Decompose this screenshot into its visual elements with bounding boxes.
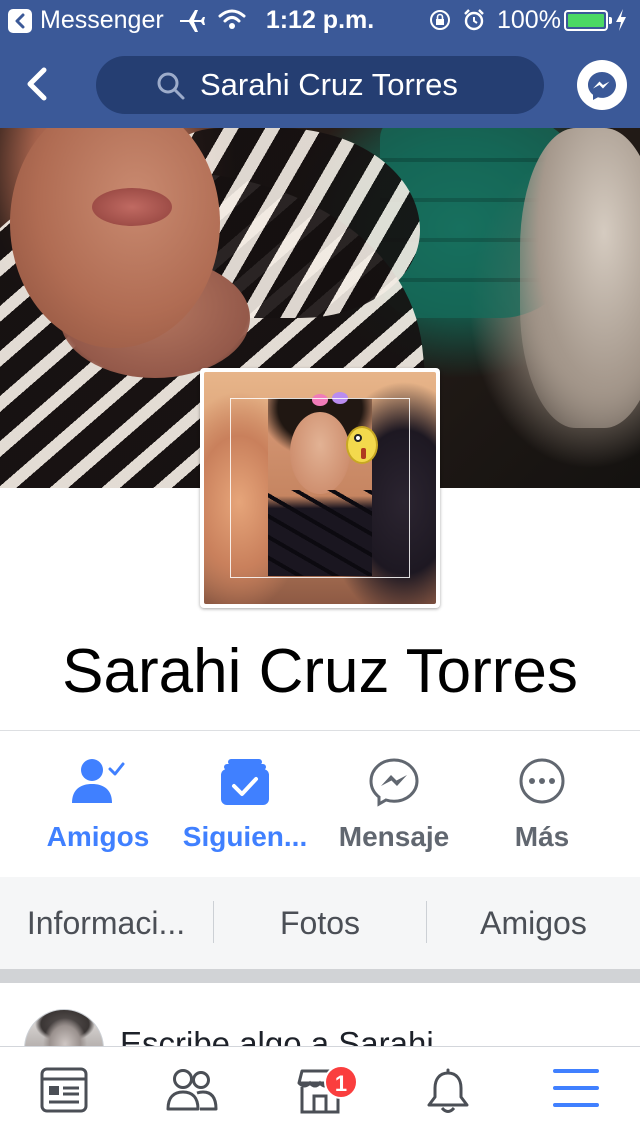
tab-information[interactable]: Informaci... xyxy=(0,877,212,969)
profile-name: Sarahi Cruz Torres xyxy=(62,637,578,706)
navigation-bar: Sarahi Cruz Torres xyxy=(0,40,640,128)
more-icon xyxy=(519,758,565,804)
menu-icon xyxy=(553,1069,599,1107)
tab-friend-requests[interactable] xyxy=(128,1047,256,1136)
profile-actions: Amigos Siguien... Mensaje Más xyxy=(0,731,640,877)
more-button[interactable]: Más xyxy=(462,731,622,877)
search-icon xyxy=(157,72,185,100)
message-button-label: Mensaje xyxy=(338,821,450,852)
back-chevron-icon[interactable] xyxy=(20,62,56,106)
battery-percent: 100% xyxy=(497,6,561,34)
following-icon xyxy=(221,759,269,805)
section-separator xyxy=(0,969,640,983)
messenger-icon xyxy=(588,72,616,100)
tab-notifications[interactable] xyxy=(384,1047,512,1136)
tab-news-feed[interactable] xyxy=(0,1047,128,1136)
tab-friends[interactable]: Amigos xyxy=(427,877,640,969)
charging-bolt-icon xyxy=(616,9,626,31)
message-button[interactable]: Mensaje xyxy=(314,731,474,877)
notifications-bell-icon xyxy=(427,1068,469,1113)
search-bar[interactable]: Sarahi Cruz Torres xyxy=(96,56,544,114)
following-button-label: Siguien... xyxy=(182,821,308,852)
marketplace-badge: 1 xyxy=(324,1065,358,1099)
following-button[interactable]: Siguien... xyxy=(165,731,325,877)
tab-marketplace[interactable] xyxy=(256,1047,384,1136)
alarm-icon xyxy=(464,9,484,31)
friends-button-label: Amigos xyxy=(46,821,150,852)
friends-button[interactable]: Amigos xyxy=(18,731,178,877)
friends-check-icon xyxy=(72,759,125,803)
profile-tabs: Informaci... Fotos Amigos xyxy=(0,877,640,969)
tab-menu[interactable] xyxy=(512,1047,640,1136)
bottom-tab-bar: 1 xyxy=(0,1046,640,1136)
profile-picture[interactable] xyxy=(200,368,440,608)
news-feed-icon xyxy=(40,1067,88,1113)
battery-icon xyxy=(564,10,612,31)
search-query-text: Sarahi Cruz Torres xyxy=(200,67,458,102)
messenger-icon xyxy=(369,758,419,807)
tab-photos[interactable]: Fotos xyxy=(214,877,426,969)
more-button-label: Más xyxy=(514,821,570,852)
friend-requests-icon xyxy=(166,1069,218,1111)
status-bar: Messenger 1:12 p.m. 100% xyxy=(0,0,640,40)
messenger-button[interactable] xyxy=(577,60,627,110)
post-composer[interactable]: Escribe algo a Sarahi... xyxy=(0,983,640,1053)
rotation-lock-icon xyxy=(430,10,450,30)
